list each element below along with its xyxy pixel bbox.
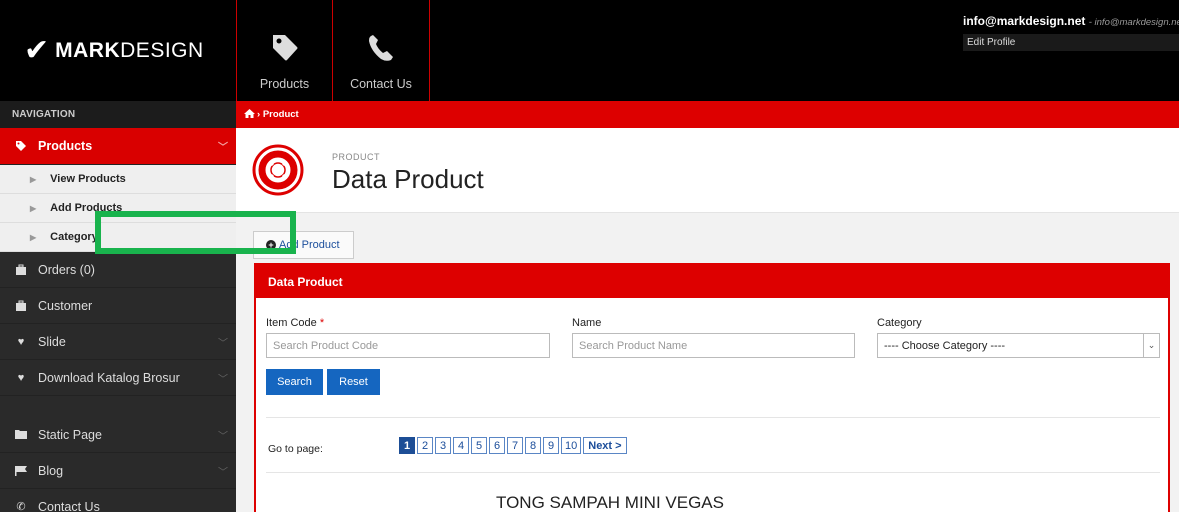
- logo-text-light: DESIGN: [120, 38, 204, 62]
- sidebar-title: NAVIGATION: [0, 101, 236, 128]
- item-code-label-text: Item Code: [266, 317, 317, 329]
- item-code-input[interactable]: Search Product Code: [266, 333, 550, 358]
- goto-page-label: Go to page:: [268, 443, 323, 455]
- tag-icon: [272, 35, 297, 61]
- main-content: › Product PRODUCT Data Product + Add Pro…: [236, 101, 1179, 512]
- page-button[interactable]: 8: [525, 437, 541, 454]
- heart-icon: ♥: [17, 335, 25, 348]
- sidebar-item-label: Customer: [38, 298, 93, 313]
- phone-icon: [369, 35, 393, 61]
- page-button[interactable]: 1: [399, 437, 415, 454]
- edit-profile-link[interactable]: Edit Profile: [963, 34, 1179, 51]
- category-select[interactable]: ---- Choose Category ---- ⌄: [877, 333, 1160, 358]
- sidebar-item-orders[interactable]: Orders (0): [0, 252, 236, 288]
- sidebar-item-label: Download Katalog Brosur: [38, 370, 180, 385]
- page-button[interactable]: 2: [417, 437, 433, 454]
- item-code-label: Item Code *: [266, 317, 324, 329]
- user-box: info@markdesign.net - info@markdesign.ne…: [963, 14, 1179, 51]
- topnav-products-label: Products: [259, 77, 310, 91]
- page-header: PRODUCT Data Product: [236, 128, 1179, 213]
- page-button[interactable]: 3: [435, 437, 451, 454]
- page-button[interactable]: 7: [507, 437, 523, 454]
- sidebar-item-slide[interactable]: ♥ Slide ﹀: [0, 324, 236, 360]
- arrow-right-icon: ▶: [30, 203, 37, 213]
- user-email[interactable]: info@markdesign.net - info@markdesign.ne…: [963, 14, 1179, 28]
- name-input[interactable]: Search Product Name: [572, 333, 855, 358]
- breadcrumb-current[interactable]: Product: [263, 109, 299, 120]
- page-button[interactable]: 9: [543, 437, 559, 454]
- chevron-down-icon: ﹀: [218, 431, 228, 442]
- sidebar-item-products[interactable]: Products ﹀: [0, 128, 236, 165]
- sidebar-item-contact-us[interactable]: ✆ Contact Us: [0, 489, 236, 512]
- phone-icon: ✆: [16, 501, 26, 512]
- page: ✔ MARK DESIGN Products Contact Us info@ma…: [0, 0, 1179, 512]
- reset-button[interactable]: Reset: [327, 369, 380, 395]
- page-button[interactable]: 10: [561, 437, 582, 454]
- logo-text-bold: MARK: [55, 38, 121, 62]
- sidebar-subitem-label: View Products: [50, 173, 126, 185]
- sidebar-item-download-katalog[interactable]: ♥ Download Katalog Brosur ﹀: [0, 360, 236, 396]
- divider: [266, 472, 1160, 473]
- divider: [266, 417, 1160, 418]
- page-button[interactable]: 4: [453, 437, 469, 454]
- breadcrumb: › Product: [236, 101, 1179, 128]
- top-header: ✔ MARK DESIGN Products Contact Us info@ma…: [0, 0, 1179, 101]
- highlight-box: [95, 211, 296, 254]
- chevron-down-icon: ﹀: [218, 467, 228, 478]
- category-selected-value: ---- Choose Category ----: [884, 339, 1006, 352]
- top-nav: Products Contact Us: [236, 0, 430, 101]
- page-button[interactable]: 6: [489, 437, 505, 454]
- topnav-products[interactable]: Products: [236, 0, 332, 101]
- folder-icon: [14, 429, 28, 440]
- name-label: Name: [572, 317, 602, 329]
- chevron-down-icon: ﹀: [218, 142, 228, 154]
- page-button[interactable]: 5: [471, 437, 487, 454]
- lifebuoy-icon: [252, 144, 304, 196]
- sidebar: NAVIGATION Products ﹀ ▶ View Products ▶ …: [0, 101, 236, 512]
- required-marker: *: [319, 317, 325, 329]
- flag-icon: [14, 465, 28, 477]
- sidebar-item-customer[interactable]: Customer: [0, 288, 236, 324]
- next-page-button[interactable]: Next >: [583, 437, 627, 454]
- chevron-down-icon: ﹀: [218, 338, 228, 349]
- sidebar-item-label: Static Page: [38, 427, 102, 442]
- heart-icon: ♥: [17, 371, 25, 384]
- chevron-down-icon: ﹀: [218, 374, 228, 385]
- chevron-down-icon: ⌄: [1143, 334, 1159, 357]
- sidebar-item-label: Contact Us: [38, 499, 100, 512]
- sidebar-item-label: Orders (0): [38, 262, 95, 277]
- sidebar-item-static-page[interactable]: Static Page ﹀: [0, 417, 236, 453]
- topnav-contact[interactable]: Contact Us: [332, 0, 430, 101]
- search-button[interactable]: Search: [266, 369, 323, 395]
- page-subtitle: PRODUCT: [332, 152, 380, 162]
- home-icon[interactable]: [244, 108, 255, 121]
- sidebar-item-label: Products: [38, 139, 93, 153]
- briefcase-icon: [14, 264, 28, 276]
- user-email-text: info@markdesign.net: [963, 14, 1086, 28]
- panel-title: Data Product: [256, 265, 1168, 298]
- product-name[interactable]: TONG SAMPAH MINI VEGAS: [496, 493, 724, 512]
- arrow-right-icon: ▶: [30, 174, 37, 184]
- sidebar-item-label: Blog: [38, 463, 64, 478]
- tag-icon: [14, 140, 28, 152]
- page-title: Data Product: [332, 164, 484, 194]
- sidebar-subitem-label: Category: [50, 231, 98, 243]
- pagination: 1 2 3 4 5 6 7 8 9 10 Next >: [399, 437, 627, 454]
- briefcase-icon: [14, 300, 28, 312]
- category-label: Category: [877, 317, 922, 329]
- sidebar-item-label: Slide: [38, 334, 66, 349]
- logo[interactable]: ✔ MARK DESIGN: [0, 0, 236, 101]
- sidebar-item-blog[interactable]: Blog ﹀: [0, 453, 236, 489]
- topnav-contact-label: Contact Us: [350, 77, 412, 91]
- sidebar-subitem-view-products[interactable]: ▶ View Products: [0, 165, 236, 194]
- data-product-panel: Data Product Item Code * Search Product …: [254, 263, 1170, 512]
- checkmark-icon: ✔: [24, 33, 50, 68]
- arrow-right-icon: ▶: [30, 232, 37, 242]
- user-email-sub: - info@markdesign.net: [1088, 17, 1179, 28]
